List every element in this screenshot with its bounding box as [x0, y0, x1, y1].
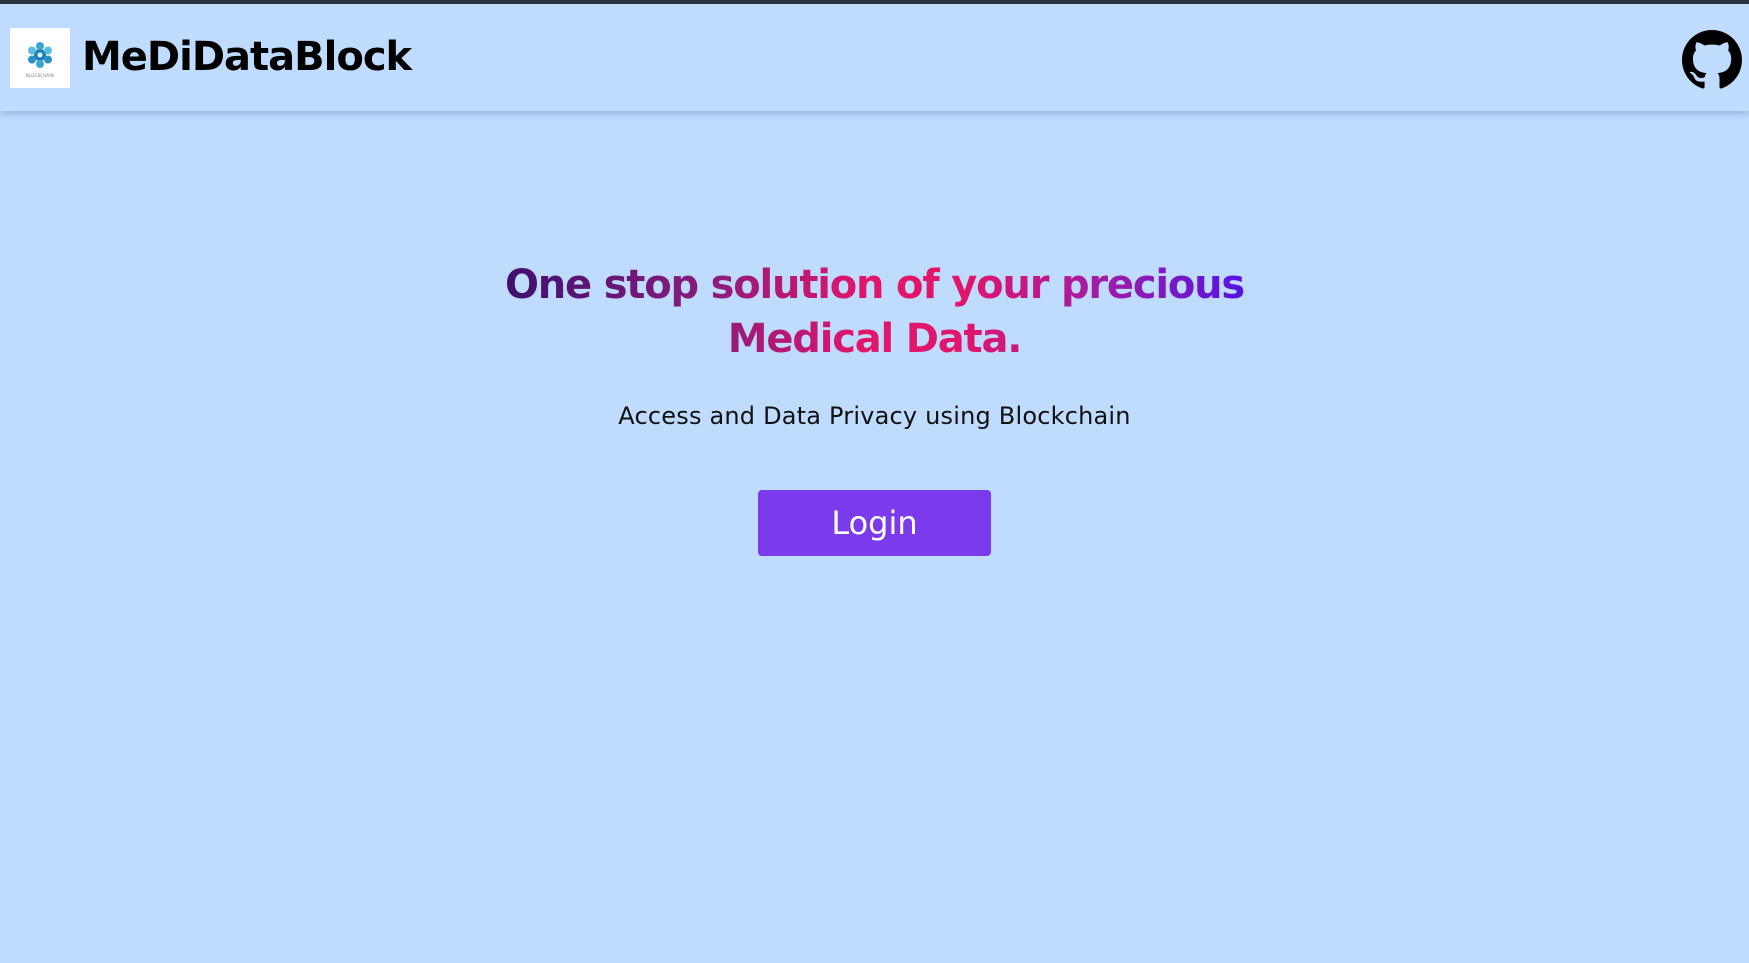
hero-headline: One stop solution of your precious Medic…	[495, 258, 1255, 366]
hero-section: One stop solution of your precious Medic…	[0, 258, 1749, 556]
headline-line-2: Medical Data.	[727, 316, 1022, 362]
headline-line-1: One stop solution of your precious	[504, 262, 1245, 308]
navbar: BLOCKCHAIN MeDiDataBlock	[0, 4, 1749, 111]
login-button[interactable]: Login	[758, 490, 991, 556]
blockchain-logo-icon	[28, 42, 52, 68]
brand-title[interactable]: MeDiDataBlock	[82, 32, 412, 82]
github-icon[interactable]	[1682, 30, 1742, 90]
logo[interactable]: BLOCKCHAIN	[10, 28, 70, 88]
hero-subtitle: Access and Data Privacy using Blockchain	[618, 402, 1131, 430]
logo-caption: BLOCKCHAIN	[26, 73, 54, 78]
